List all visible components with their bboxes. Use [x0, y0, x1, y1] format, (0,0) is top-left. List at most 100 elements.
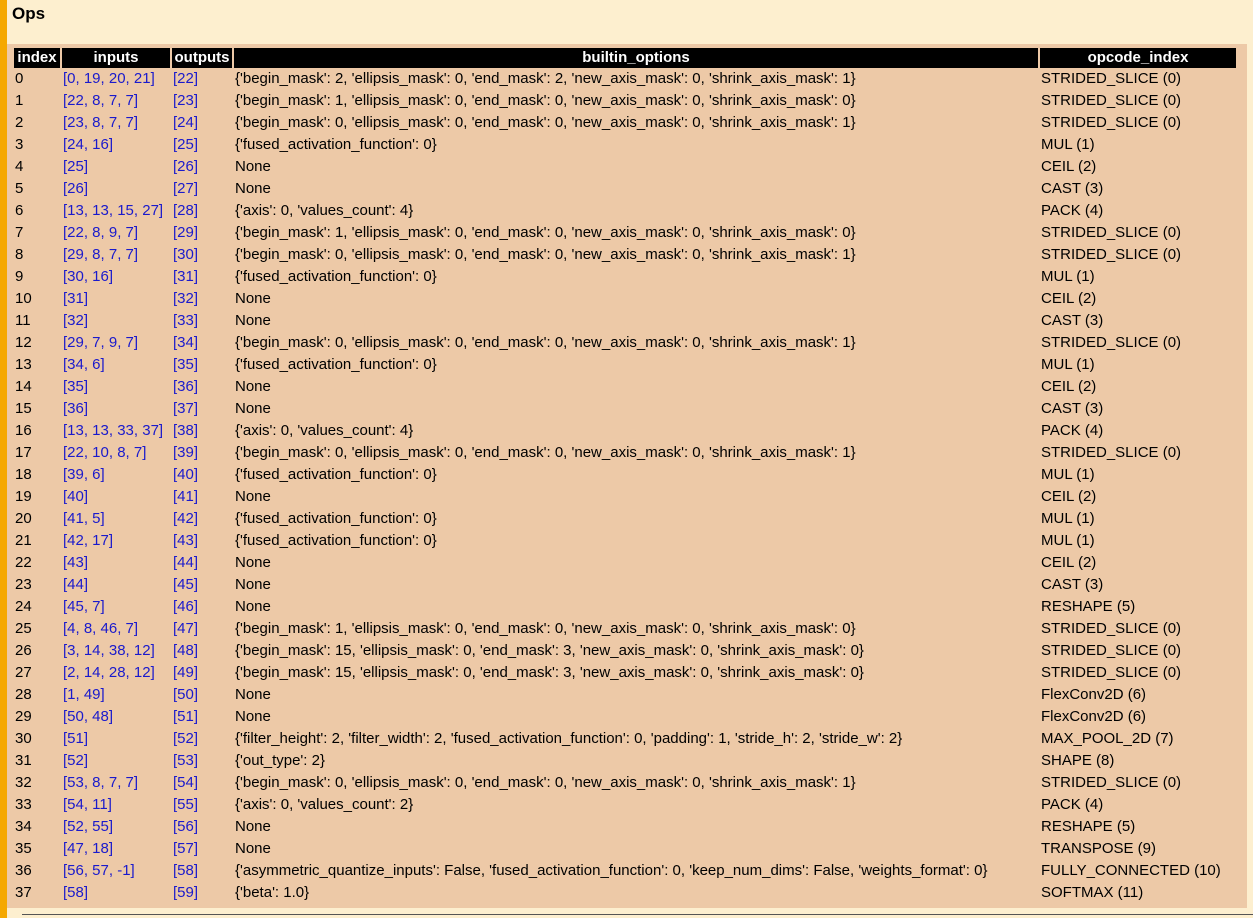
cell-builtin-options: {'fused_activation_function': 0}: [235, 268, 437, 285]
cell-builtin-options: None: [235, 686, 271, 703]
cell-inputs[interactable]: [52]: [62, 750, 170, 772]
cell-outputs[interactable]: [53]: [172, 750, 232, 772]
cell-outputs[interactable]: [44]: [172, 552, 232, 574]
cell-inputs[interactable]: [22, 8, 9, 7]: [62, 222, 170, 244]
table-row: 25 [4, 8, 46, 7] [47] {'begin_mask': 1, 'el…: [14, 618, 1236, 640]
cell-index: 30: [15, 730, 32, 747]
cell-opcode-index: MUL (1): [1041, 268, 1095, 285]
cell-outputs[interactable]: [26]: [172, 156, 232, 178]
cell-inputs[interactable]: [1, 49]: [62, 684, 170, 706]
cell-inputs[interactable]: [40]: [62, 486, 170, 508]
table-row: 34 [52, 55] [56] None RESHAPE (5): [14, 816, 1236, 838]
cell-inputs[interactable]: [29, 8, 7, 7]: [62, 244, 170, 266]
cell-inputs[interactable]: [24, 16]: [62, 134, 170, 156]
cell-inputs[interactable]: [0, 19, 20, 21]: [62, 68, 170, 90]
cell-outputs[interactable]: [46]: [172, 596, 232, 618]
cell-outputs[interactable]: [28]: [172, 200, 232, 222]
cell-outputs[interactable]: [49]: [172, 662, 232, 684]
cell-inputs[interactable]: [23, 8, 7, 7]: [62, 112, 170, 134]
cell-outputs[interactable]: [57]: [172, 838, 232, 860]
table-row: 33 [54, 11] [55] {'axis': 0, 'values_count'…: [14, 794, 1236, 816]
cell-inputs[interactable]: [41, 5]: [62, 508, 170, 530]
table-row: 30 [51] [52] {'filter_height': 2, 'filter_w…: [14, 728, 1236, 750]
cell-inputs[interactable]: [35]: [62, 376, 170, 398]
cell-outputs[interactable]: [58]: [172, 860, 232, 882]
cell-outputs[interactable]: [41]: [172, 486, 232, 508]
cell-inputs[interactable]: [53, 8, 7, 7]: [62, 772, 170, 794]
cell-outputs[interactable]: [50]: [172, 684, 232, 706]
table-header-row: index inputs outputs builtin_options opc…: [14, 48, 1236, 68]
cell-inputs[interactable]: [29, 7, 9, 7]: [62, 332, 170, 354]
cell-opcode-index: STRIDED_SLICE (0): [1041, 444, 1182, 461]
cell-inputs[interactable]: [22, 10, 8, 7]: [62, 442, 170, 464]
cell-outputs[interactable]: [47]: [172, 618, 232, 640]
bottom-divider: [22, 914, 1253, 915]
cell-opcode-index: STRIDED_SLICE (0): [1041, 664, 1182, 681]
cell-builtin-options: None: [235, 180, 271, 197]
cell-inputs[interactable]: [44]: [62, 574, 170, 596]
cell-inputs[interactable]: [51]: [62, 728, 170, 750]
cell-inputs[interactable]: [2, 14, 28, 12]: [62, 662, 170, 684]
cell-outputs[interactable]: [52]: [172, 728, 232, 750]
cell-builtin-options: {'begin_mask': 0, 'ellipsis_mask': 0, 'e…: [235, 334, 856, 351]
cell-outputs[interactable]: [55]: [172, 794, 232, 816]
cell-inputs[interactable]: [22, 8, 7, 7]: [62, 90, 170, 112]
cell-inputs[interactable]: [30, 16]: [62, 266, 170, 288]
cell-inputs[interactable]: [13, 13, 33, 37]: [62, 420, 170, 442]
cell-outputs[interactable]: [25]: [172, 134, 232, 156]
cell-outputs[interactable]: [36]: [172, 376, 232, 398]
cell-inputs[interactable]: [47, 18]: [62, 838, 170, 860]
cell-outputs[interactable]: [39]: [172, 442, 232, 464]
cell-outputs[interactable]: [24]: [172, 112, 232, 134]
table-row: 31 [52] [53] {'out_type': 2} SHAPE (8): [14, 750, 1236, 772]
cell-outputs[interactable]: [51]: [172, 706, 232, 728]
cell-outputs[interactable]: [40]: [172, 464, 232, 486]
cell-inputs[interactable]: [36]: [62, 398, 170, 420]
cell-outputs[interactable]: [35]: [172, 354, 232, 376]
cell-outputs[interactable]: [22]: [172, 68, 232, 90]
cell-inputs[interactable]: [13, 13, 15, 27]: [62, 200, 170, 222]
cell-inputs[interactable]: [58]: [62, 882, 170, 904]
cell-outputs[interactable]: [29]: [172, 222, 232, 244]
cell-inputs[interactable]: [52, 55]: [62, 816, 170, 838]
cell-outputs[interactable]: [37]: [172, 398, 232, 420]
cell-inputs[interactable]: [3, 14, 38, 12]: [62, 640, 170, 662]
cell-inputs[interactable]: [45, 7]: [62, 596, 170, 618]
cell-outputs[interactable]: [38]: [172, 420, 232, 442]
cell-inputs[interactable]: [56, 57, -1]: [62, 860, 170, 882]
cell-outputs[interactable]: [23]: [172, 90, 232, 112]
table-row: 24 [45, 7] [46] None RESHAPE (5): [14, 596, 1236, 618]
cell-opcode-index: FlexConv2D (6): [1041, 708, 1147, 725]
cell-inputs[interactable]: [25]: [62, 156, 170, 178]
cell-inputs[interactable]: [42, 17]: [62, 530, 170, 552]
cell-outputs[interactable]: [27]: [172, 178, 232, 200]
cell-opcode-index: PACK (4): [1041, 796, 1104, 813]
cell-index: 35: [15, 840, 32, 857]
cell-inputs[interactable]: [54, 11]: [62, 794, 170, 816]
cell-outputs[interactable]: [56]: [172, 816, 232, 838]
cell-inputs[interactable]: [39, 6]: [62, 464, 170, 486]
cell-outputs[interactable]: [42]: [172, 508, 232, 530]
table-row: 6 [13, 13, 15, 27] [28] {'axis': 0, 'values…: [14, 200, 1236, 222]
cell-inputs[interactable]: [26]: [62, 178, 170, 200]
cell-outputs[interactable]: [45]: [172, 574, 232, 596]
cell-inputs[interactable]: [43]: [62, 552, 170, 574]
cell-outputs[interactable]: [59]: [172, 882, 232, 904]
cell-opcode-index: CAST (3): [1041, 180, 1104, 197]
cell-builtin-options: {'out_type': 2}: [235, 752, 325, 769]
cell-outputs[interactable]: [43]: [172, 530, 232, 552]
cell-outputs[interactable]: [48]: [172, 640, 232, 662]
cell-outputs[interactable]: [31]: [172, 266, 232, 288]
cell-outputs[interactable]: [34]: [172, 332, 232, 354]
cell-outputs[interactable]: [33]: [172, 310, 232, 332]
cell-builtin-options: None: [235, 598, 271, 615]
cell-inputs[interactable]: [31]: [62, 288, 170, 310]
cell-inputs[interactable]: [34, 6]: [62, 354, 170, 376]
cell-outputs[interactable]: [30]: [172, 244, 232, 266]
cell-outputs[interactable]: [32]: [172, 288, 232, 310]
cell-inputs[interactable]: [50, 48]: [62, 706, 170, 728]
cell-inputs[interactable]: [32]: [62, 310, 170, 332]
cell-inputs[interactable]: [4, 8, 46, 7]: [62, 618, 170, 640]
cell-outputs[interactable]: [54]: [172, 772, 232, 794]
cell-index: 15: [15, 400, 32, 417]
